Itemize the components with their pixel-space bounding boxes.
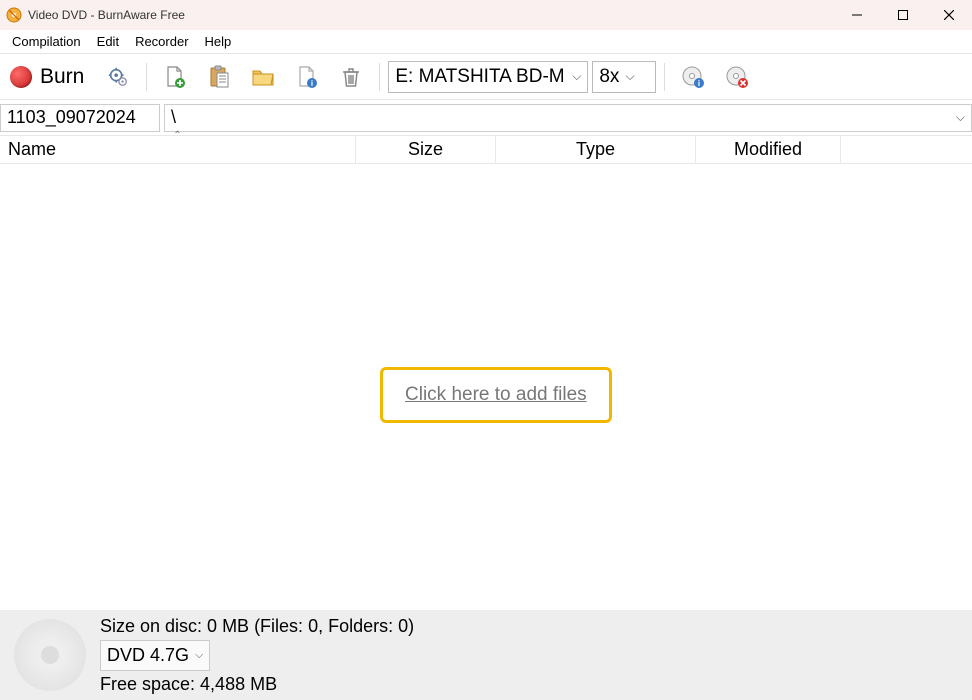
chevron-down-icon: ⌵: [195, 647, 203, 664]
disc-info-button[interactable]: i: [673, 59, 713, 95]
add-file-icon: [164, 65, 186, 89]
path-select[interactable]: \ ⌵: [164, 104, 972, 132]
menu-bar: Compilation Edit Recorder Help: [0, 30, 972, 54]
path-row: 1103_09072024 \ ⌵: [0, 100, 972, 136]
disc-type-select[interactable]: DVD 4.7G ⌵: [100, 640, 210, 671]
file-list-area[interactable]: Click here to add files: [0, 164, 972, 610]
sort-indicator-icon: ⌃: [173, 130, 181, 141]
trash-icon: [340, 65, 362, 89]
toolbar: Burn i E: MATSHITA BD-ML ⌵ 8x ⌵ i: [0, 54, 972, 100]
drive-select-value: E: MATSHITA BD-ML: [395, 66, 566, 88]
erase-disc-icon: [725, 65, 749, 89]
folder-icon: [251, 66, 275, 88]
delete-button[interactable]: [331, 59, 371, 95]
free-space-line: Free space: 4,488 MB: [100, 671, 414, 698]
burn-icon: [10, 66, 32, 88]
paste-button[interactable]: [199, 59, 239, 95]
disc-usage-graphic: [14, 619, 86, 691]
maximize-button[interactable]: [880, 0, 926, 30]
menu-help[interactable]: Help: [199, 32, 238, 51]
chevron-down-icon: ⌵: [572, 69, 581, 84]
column-type[interactable]: Type: [496, 136, 696, 163]
speed-select-value: 8x: [599, 66, 619, 88]
column-name-label: Name: [8, 139, 56, 160]
status-info: Size on disc: 0 MB (Files: 0, Folders: 0…: [100, 613, 414, 698]
disc-info-icon: i: [681, 65, 705, 89]
column-type-label: Type: [576, 139, 615, 160]
properties-button[interactable]: i: [287, 59, 327, 95]
column-name[interactable]: Name ⌃: [0, 136, 356, 163]
disc-name-value: 1103_09072024: [7, 107, 136, 128]
column-headers: Name ⌃ Size Type Modified: [0, 136, 972, 164]
file-info-icon: i: [296, 65, 318, 89]
folder-button[interactable]: [243, 59, 283, 95]
disc-name-input[interactable]: 1103_09072024: [0, 104, 160, 132]
menu-edit[interactable]: Edit: [91, 32, 125, 51]
add-file-button[interactable]: [155, 59, 195, 95]
disc-type-value: DVD 4.7G: [107, 642, 189, 669]
title-bar: Video DVD - BurnAware Free: [0, 0, 972, 30]
minimize-button[interactable]: [834, 0, 880, 30]
app-icon: [6, 7, 22, 23]
window-title: Video DVD - BurnAware Free: [28, 8, 185, 22]
toolbar-separator: [146, 63, 147, 91]
status-bar: Size on disc: 0 MB (Files: 0, Folders: 0…: [0, 610, 972, 700]
svg-text:i: i: [311, 79, 313, 88]
column-modified[interactable]: Modified: [696, 136, 841, 163]
add-files-link[interactable]: Click here to add files: [405, 384, 587, 405]
column-modified-label: Modified: [734, 139, 802, 160]
chevron-down-icon: ⌵: [625, 69, 634, 84]
menu-recorder[interactable]: Recorder: [129, 32, 194, 51]
close-button[interactable]: [926, 0, 972, 30]
chevron-down-icon: ⌵: [956, 110, 965, 125]
toolbar-separator: [664, 63, 665, 91]
path-value: \: [171, 107, 176, 128]
toolbar-separator: [379, 63, 380, 91]
menu-compilation[interactable]: Compilation: [6, 32, 87, 51]
erase-disc-button[interactable]: [717, 59, 757, 95]
column-size-label: Size: [408, 139, 443, 160]
paste-icon: [208, 65, 230, 89]
drive-select[interactable]: E: MATSHITA BD-ML ⌵: [388, 61, 588, 93]
burn-button[interactable]: Burn: [6, 61, 94, 93]
options-button[interactable]: [98, 59, 138, 95]
size-on-disc-line: Size on disc: 0 MB (Files: 0, Folders: 0…: [100, 613, 414, 640]
column-size[interactable]: Size: [356, 136, 496, 163]
svg-text:i: i: [698, 79, 700, 88]
burn-label: Burn: [40, 65, 84, 89]
gear-icon: [107, 66, 129, 88]
speed-select[interactable]: 8x ⌵: [592, 61, 656, 93]
add-files-box: Click here to add files: [380, 367, 612, 423]
